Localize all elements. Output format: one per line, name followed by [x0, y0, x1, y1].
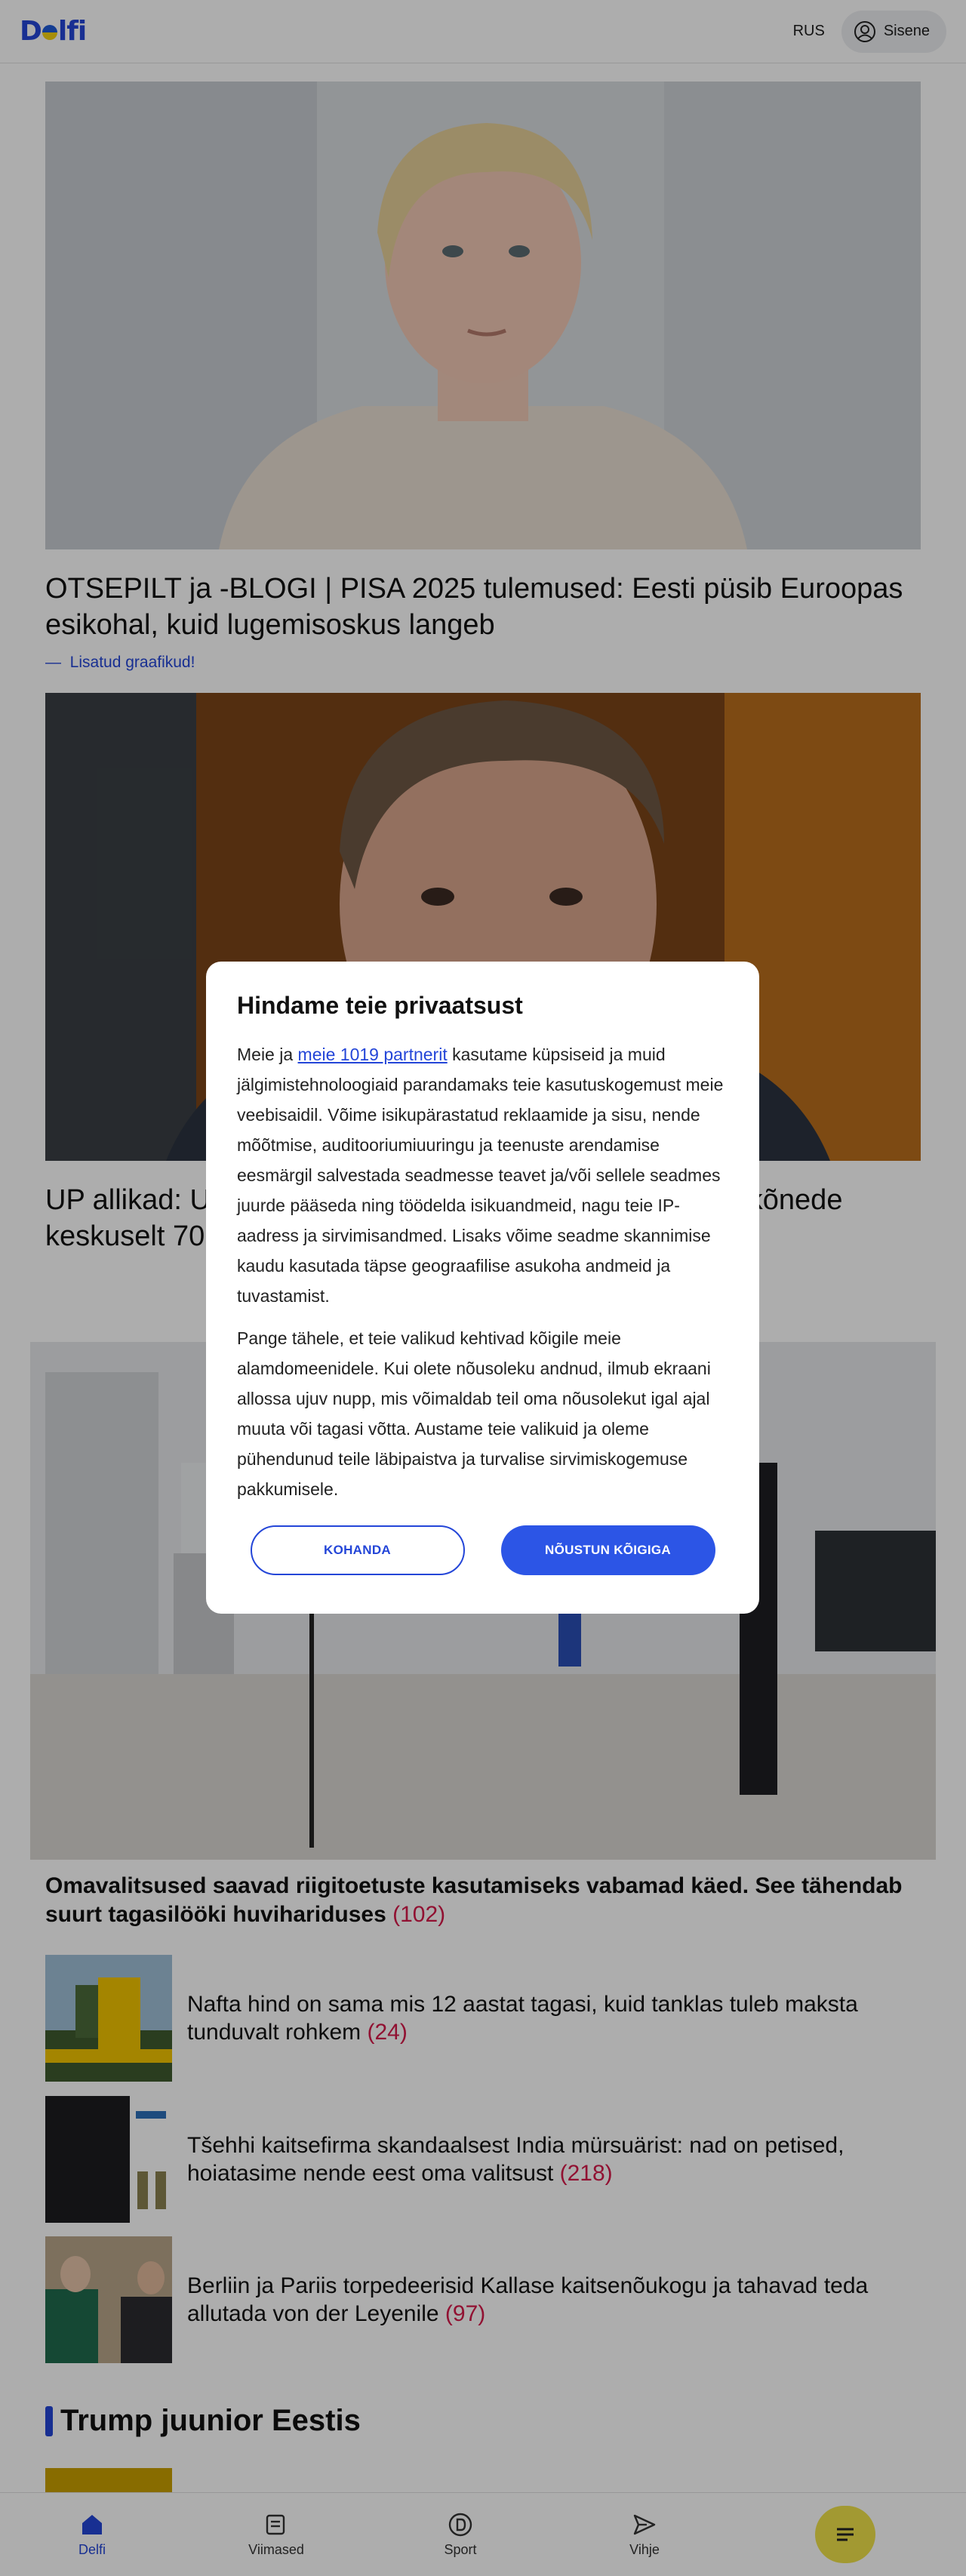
- dialog-paragraph-1: Meie ja meie 1019 partnerit kasutame küp…: [237, 1039, 728, 1311]
- customize-button[interactable]: KOHANDA: [250, 1525, 465, 1575]
- partners-link[interactable]: meie 1019 partnerit: [298, 1045, 448, 1064]
- dialog-title: Hindame teie privaatsust: [237, 992, 523, 1019]
- accept-all-button[interactable]: NÕUSTUN KÕIGIGA: [500, 1525, 715, 1575]
- dialog-paragraph-2: Pange tähele, et teie valikud kehtivad k…: [237, 1328, 711, 1499]
- privacy-consent-dialog: Hindame teie privaatsust Meie ja meie 10…: [206, 962, 759, 1614]
- p1-before: Meie ja: [237, 1045, 298, 1064]
- p1-after: kasutame küpsiseid ja muid jälgimistehno…: [237, 1045, 724, 1306]
